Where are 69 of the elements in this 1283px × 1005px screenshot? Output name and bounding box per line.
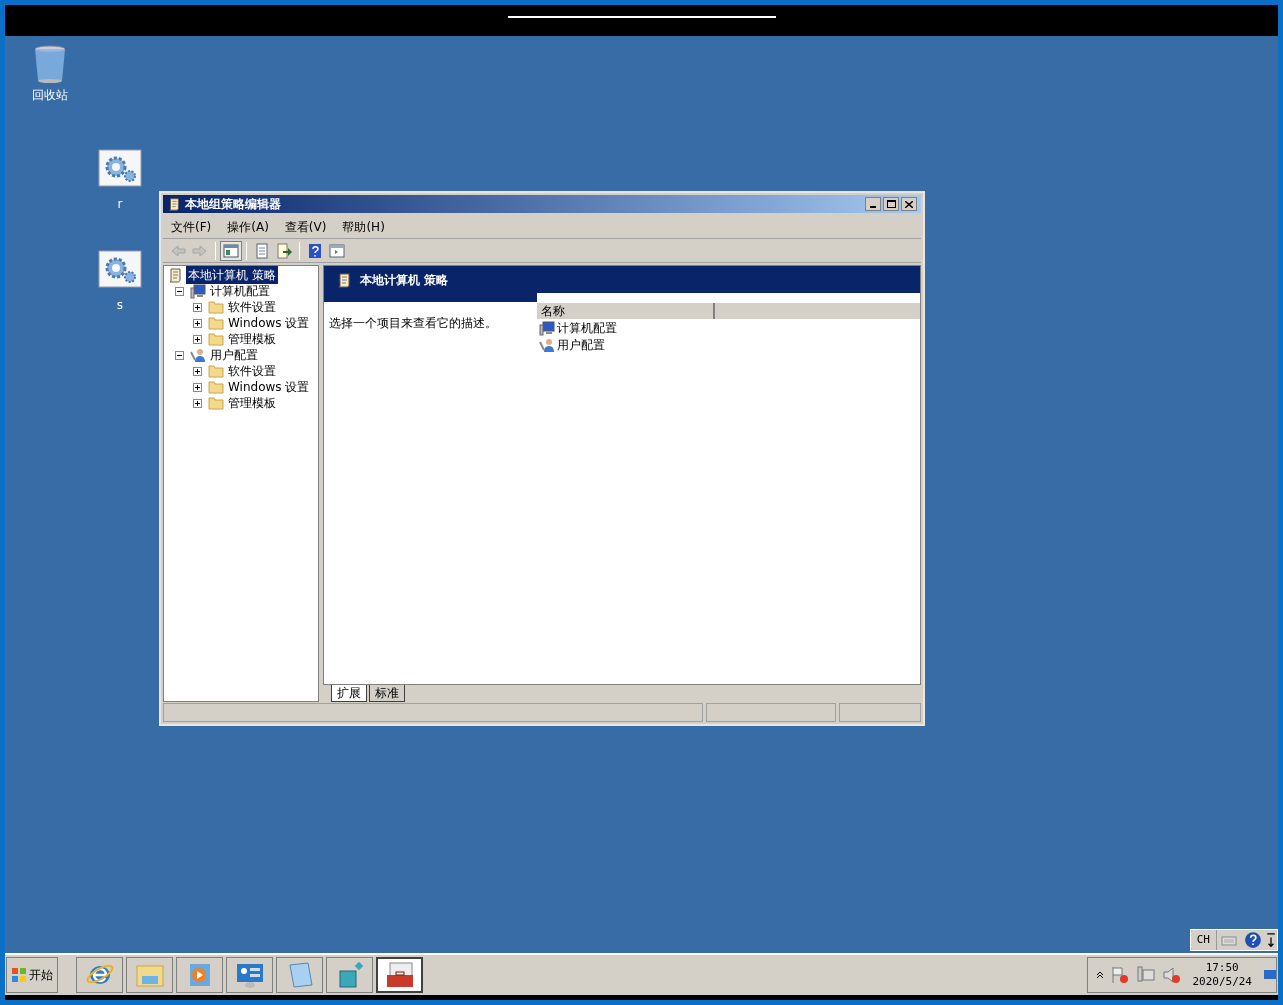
clock-date[interactable]: 2020/5/24 (1192, 975, 1252, 989)
scroll-icon (167, 197, 181, 211)
gear-shortcut-icon[interactable] (98, 250, 142, 288)
user-icon (539, 336, 555, 353)
flag-error-icon[interactable] (1110, 965, 1131, 985)
expand-icon[interactable] (193, 398, 202, 408)
gear-shortcut-icon[interactable] (98, 149, 142, 187)
start-button[interactable]: 开始 (6, 957, 58, 993)
tree-item[interactable]: Windows 设置 (227, 378, 311, 396)
desktop-icon-label: 回收站 (32, 87, 68, 104)
menu-item[interactable]: 帮助(H) (342, 217, 385, 236)
help-icon (307, 242, 323, 259)
tree-pane-icon (223, 242, 239, 259)
expand-icon[interactable] (193, 318, 202, 328)
menu-item[interactable]: 操作(A) (227, 217, 269, 236)
folder-icon (208, 395, 224, 411)
user-icon (190, 347, 206, 363)
view-tab[interactable]: 扩展 (331, 685, 367, 702)
list-item[interactable]: 计算机配置 (557, 318, 617, 337)
tree-item[interactable]: 管理模板 (227, 330, 277, 348)
recycle-bin-icon[interactable] (32, 44, 68, 84)
scroll-icon (336, 271, 352, 288)
computer-icon (190, 283, 206, 299)
folder-icon (208, 331, 224, 347)
document-icon (254, 242, 270, 259)
tree-item[interactable]: 用户配置 (209, 346, 259, 364)
close-button[interactable] (901, 197, 917, 211)
collapse-icon[interactable] (175, 286, 184, 296)
expand-icon[interactable] (193, 334, 202, 344)
minimize-button[interactable] (865, 197, 881, 211)
menu-item[interactable]: 查看(V) (284, 217, 327, 236)
windows-logo-icon (11, 967, 27, 983)
details-title: 本地计算机 策略 (360, 271, 449, 289)
tree-item[interactable]: 本地计算机 策略 (186, 266, 278, 284)
tree-item[interactable]: 管理模板 (227, 394, 277, 412)
maximize-button[interactable] (883, 197, 899, 211)
taskbar-app-button[interactable] (376, 957, 423, 993)
tree-item[interactable]: Windows 设置 (227, 314, 311, 332)
menu-item[interactable]: 文件(F) (171, 217, 212, 236)
description-text: 选择一个项目来查看它的描述。 (329, 316, 497, 330)
expand-icon[interactable] (193, 302, 202, 312)
tree-item[interactable]: 计算机配置 (209, 282, 271, 300)
chevron-up-icon[interactable] (1096, 971, 1105, 979)
folder-icon (208, 363, 224, 379)
folder-icon (208, 299, 224, 315)
computer-icon (539, 319, 555, 336)
tree-pane-icon-button[interactable] (220, 240, 242, 261)
clock-time[interactable]: 17:50 (1205, 961, 1239, 975)
maximize-icon (886, 200, 896, 208)
scroll-icon (167, 267, 183, 283)
view-tab[interactable]: 标准 (369, 685, 405, 702)
list-item[interactable]: 用户配置 (557, 335, 605, 354)
export-list-icon (276, 242, 292, 259)
pane-view-icon (329, 242, 345, 259)
window-title: 本地组策略编辑器 (185, 196, 281, 213)
desktop-icon-label: s (116, 297, 124, 314)
minimize-bar-icon[interactable] (1265, 930, 1277, 950)
folder-icon (208, 379, 224, 395)
tree-item[interactable]: 软件设置 (227, 298, 277, 316)
language-indicator[interactable]: CH (1190, 930, 1217, 950)
speaker-muted-icon[interactable] (1162, 965, 1183, 985)
expand-icon[interactable] (193, 366, 202, 376)
desktop-icon-label: r (117, 196, 123, 213)
close-icon (905, 200, 913, 208)
tree-item[interactable]: 软件设置 (227, 362, 277, 380)
collapse-icon[interactable] (175, 350, 184, 360)
folder-icon (208, 315, 224, 331)
minimize-icon (870, 206, 876, 208)
expand-icon[interactable] (193, 382, 202, 392)
